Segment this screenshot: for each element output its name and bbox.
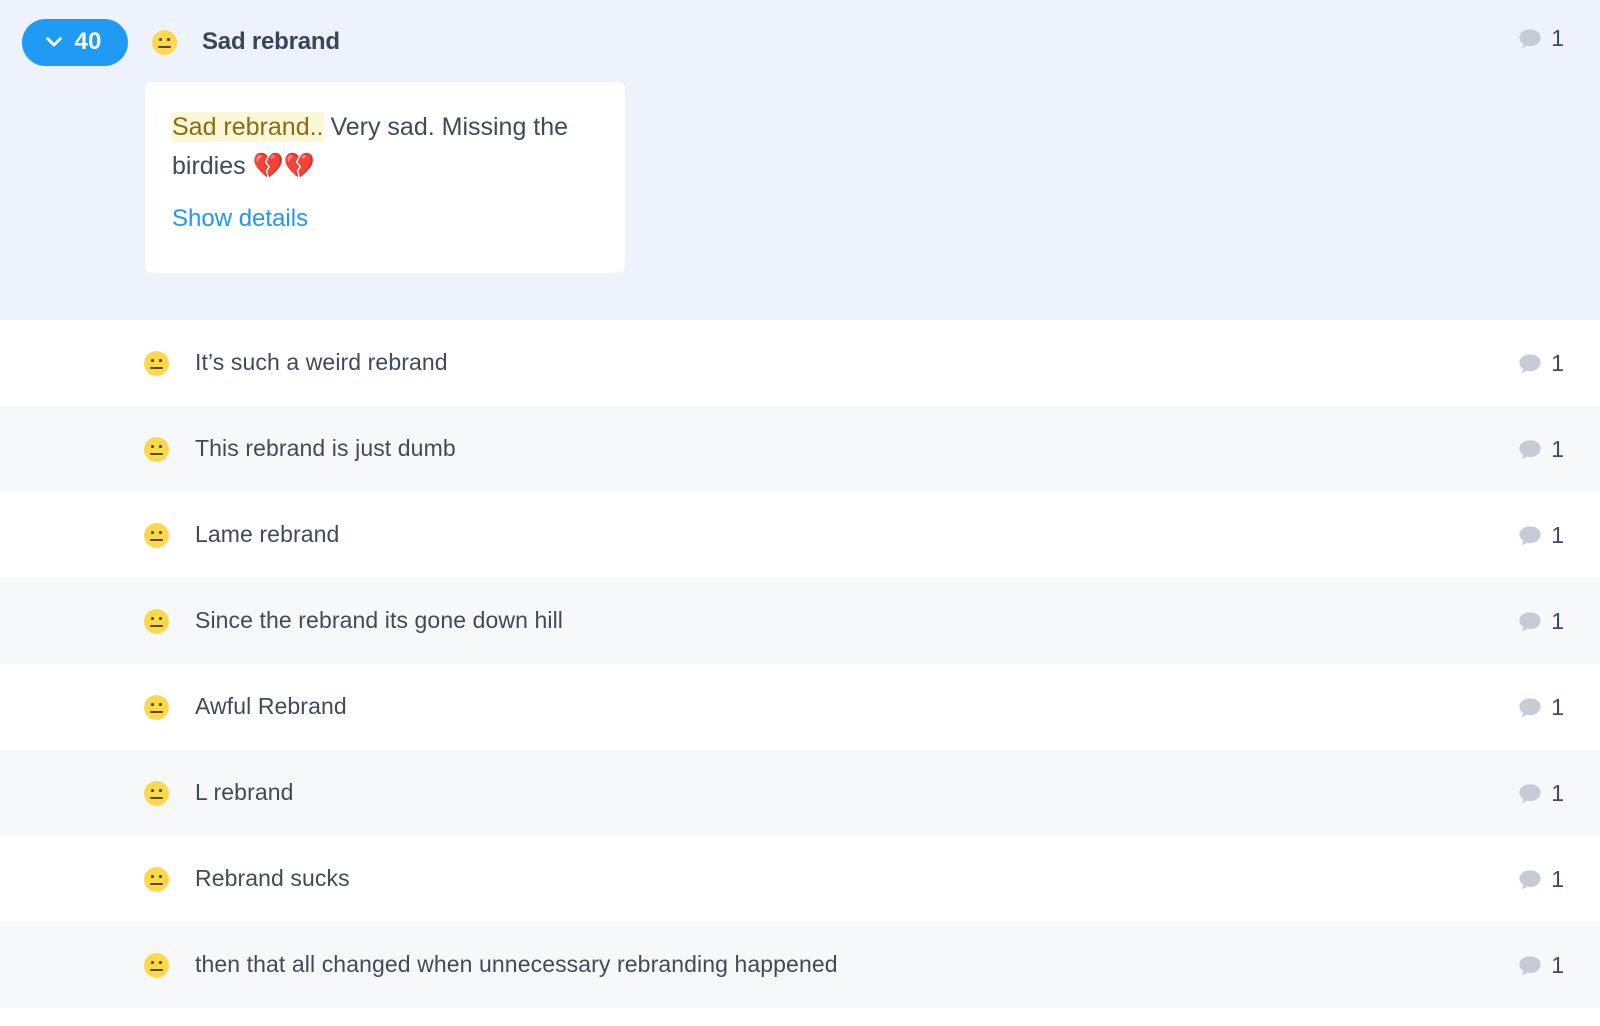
mention-text: It’s such a weird rebrand: [195, 349, 448, 376]
list-item[interactable]: It’s such a weird rebrand 1: [0, 320, 1600, 406]
group-comment-meta[interactable]: 1: [1518, 27, 1564, 50]
comment-count: 1: [1551, 350, 1564, 376]
mention-text: This rebrand is just dumb: [195, 435, 456, 462]
comment-count: 1: [1551, 25, 1564, 51]
mention-comment-meta[interactable]: 1: [1518, 954, 1564, 977]
neutral-face-emoji: [144, 608, 169, 634]
mention-text: Since the rebrand its gone down hill: [195, 607, 563, 634]
mention-comment-meta[interactable]: 1: [1518, 696, 1564, 719]
mention-text: Awful Rebrand: [195, 693, 347, 720]
page-title: Sad rebrand: [202, 28, 340, 55]
neutral-face-emoji: [144, 522, 169, 548]
mention-comment-meta[interactable]: 1: [1518, 868, 1564, 891]
mention-comment-meta[interactable]: 1: [1518, 782, 1564, 805]
group-header-row: 40 Sad rebrand 1: [0, 0, 1600, 84]
mention-comment-meta[interactable]: 1: [1518, 438, 1564, 461]
neutral-face-emoji: [144, 780, 169, 806]
show-details-link[interactable]: Show details: [172, 205, 308, 232]
neutral-face-emoji: [152, 29, 177, 55]
comment-count: 1: [1551, 866, 1564, 892]
list-item[interactable]: Since the rebrand its gone down hill 1: [0, 578, 1600, 664]
quote-card: Sad rebrand.. Very sad. Missing the bird…: [145, 82, 625, 273]
chevron-down-icon: [44, 32, 64, 52]
group-header: 40 Sad rebrand 1 Sad rebrand.. Very sad.…: [0, 0, 1600, 320]
mention-text: then that all changed when unnecessary r…: [195, 951, 838, 978]
comment-count: 1: [1551, 436, 1564, 462]
neutral-face-emoji: [144, 436, 169, 462]
list-item[interactable]: Rebrand sucks 1: [0, 836, 1600, 922]
comment-count: 1: [1551, 780, 1564, 806]
neutral-face-emoji: [144, 694, 169, 720]
list-item[interactable]: L rebrand 1: [0, 750, 1600, 836]
comment-bubble-icon: [1518, 869, 1542, 891]
comment-count: 1: [1551, 608, 1564, 634]
comment-bubble-icon: [1518, 955, 1542, 977]
list-item[interactable]: This rebrand is just dumb 1: [0, 406, 1600, 492]
mention-comment-meta[interactable]: 1: [1518, 352, 1564, 375]
neutral-face-emoji: [144, 866, 169, 892]
list-item[interactable]: Lame rebrand 1: [0, 492, 1600, 578]
mention-list: It’s such a weird rebrand 1 This rebrand…: [0, 320, 1600, 1008]
comment-count: 1: [1551, 522, 1564, 548]
mentions-group-panel: 40 Sad rebrand 1 Sad rebrand.. Very sad.…: [0, 0, 1600, 1026]
quote-text: Sad rebrand.. Very sad. Missing the bird…: [172, 108, 597, 186]
comment-bubble-icon: [1518, 28, 1542, 50]
comment-bubble-icon: [1518, 439, 1542, 461]
comment-bubble-icon: [1518, 525, 1542, 547]
comment-bubble-icon: [1518, 783, 1542, 805]
comment-bubble-icon: [1518, 697, 1542, 719]
neutral-face-emoji: [144, 952, 169, 978]
comment-bubble-icon: [1518, 353, 1542, 375]
mention-comment-meta[interactable]: 1: [1518, 610, 1564, 633]
group-collapse-count-badge[interactable]: 40: [22, 18, 128, 66]
mention-text: Rebrand sucks: [195, 865, 350, 892]
group-count-label: 40: [74, 28, 102, 55]
mention-text: L rebrand: [195, 779, 294, 806]
comment-bubble-icon: [1518, 611, 1542, 633]
comment-count: 1: [1551, 694, 1564, 720]
mention-text: Lame rebrand: [195, 521, 340, 548]
quote-highlight: Sad rebrand..: [172, 112, 324, 142]
neutral-face-emoji: [144, 350, 169, 376]
list-item[interactable]: Awful Rebrand 1: [0, 664, 1600, 750]
comment-count: 1: [1551, 952, 1564, 978]
mention-comment-meta[interactable]: 1: [1518, 524, 1564, 547]
list-item[interactable]: then that all changed when unnecessary r…: [0, 922, 1600, 1008]
